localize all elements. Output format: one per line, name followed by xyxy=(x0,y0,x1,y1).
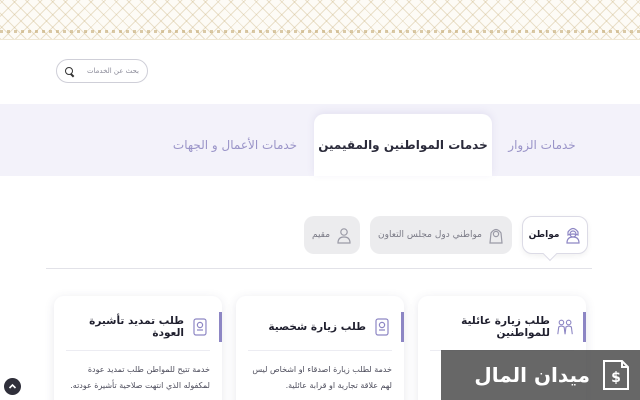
service-card-return-visa-extension[interactable]: طلب تمديد تأشيرة العودة خدمة تتيح للمواط… xyxy=(54,296,222,400)
tab-citizens-residents-services[interactable]: خدمات المواطنين والمقيمين xyxy=(314,114,492,176)
svg-text:$: $ xyxy=(611,370,621,386)
search-input[interactable] xyxy=(80,67,139,75)
section-divider xyxy=(46,268,592,269)
segment-gcc-citizens-label: مواطني دول مجلس التعاون xyxy=(378,230,482,240)
card-accent-bar xyxy=(401,312,404,342)
segment-resident-label: مقيم xyxy=(311,230,331,240)
gcc-citizen-person-icon xyxy=(489,228,503,244)
card-accent-bar xyxy=(583,312,586,342)
card-divider xyxy=(66,350,210,351)
segment-resident[interactable]: مقيم xyxy=(304,216,360,254)
service-card-description: خدمة لطلب زيارة اصدقاء او اشخاص ليس لهم … xyxy=(252,365,392,390)
tab-visitors-services[interactable]: خدمات الزوار xyxy=(496,114,588,176)
citizen-person-icon xyxy=(566,227,581,244)
family-icon xyxy=(557,319,573,335)
service-tabs-bar: خدمات الزوار خدمات المواطنين والمقيمين خ… xyxy=(0,104,640,176)
service-card-title: طلب تمديد تأشيرة العودة xyxy=(89,315,185,339)
watermark-overlay: ميدان المال $ xyxy=(441,350,640,400)
search-box[interactable] xyxy=(56,59,148,83)
tab-business-entities-services[interactable]: خدمات الأعمال و الجهات xyxy=(160,114,310,176)
resident-person-icon xyxy=(337,228,351,244)
chevron-up-icon xyxy=(8,383,17,389)
segment-citizen-label: مواطن xyxy=(528,230,560,240)
passport-icon xyxy=(193,318,207,336)
scroll-to-top-button[interactable] xyxy=(4,378,21,395)
service-card-title: طلب زيارة عائلية للمواطنين xyxy=(461,315,550,339)
service-card-description: خدمة تتيح للمواطن طلب تمديد عودة لمكفوله… xyxy=(70,365,210,390)
service-card-personal-visit[interactable]: طلب زيارة شخصية خدمة لطلب زيارة اصدقاء ا… xyxy=(236,296,404,400)
decorative-pattern-band xyxy=(0,0,640,40)
card-accent-bar xyxy=(219,312,222,342)
dollar-document-icon: $ xyxy=(603,360,629,390)
service-card-title: طلب زيارة شخصية xyxy=(268,321,366,333)
watermark-text: ميدان المال xyxy=(474,363,590,387)
segment-gcc-citizens[interactable]: مواطني دول مجلس التعاون xyxy=(370,216,512,254)
card-divider xyxy=(248,350,392,351)
segment-citizen[interactable]: مواطن xyxy=(522,216,588,254)
passport-icon xyxy=(375,318,389,336)
search-icon[interactable] xyxy=(65,66,74,76)
